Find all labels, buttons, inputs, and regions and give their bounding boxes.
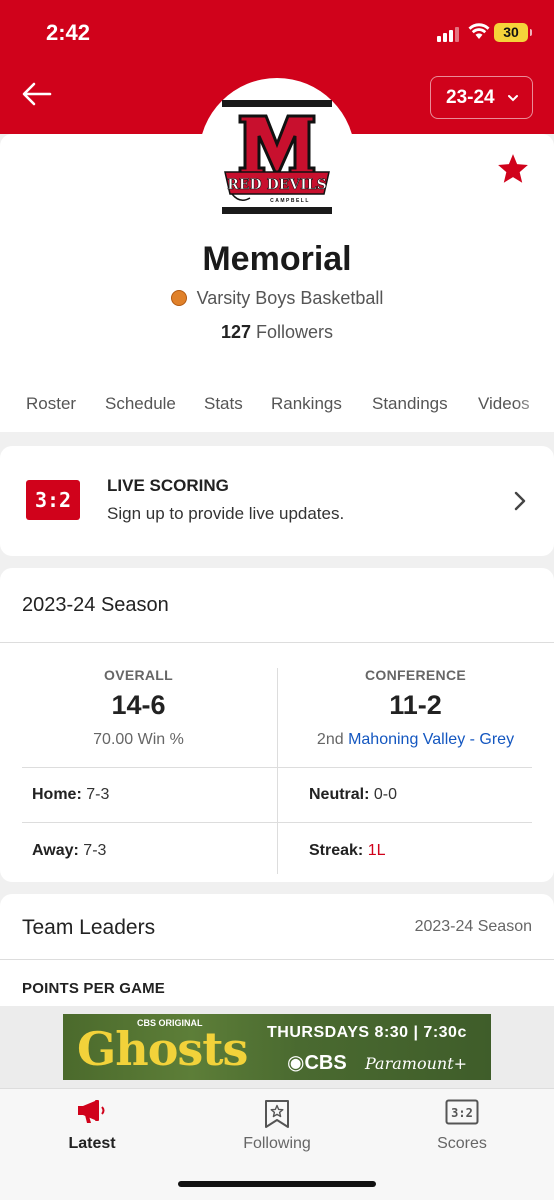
divider xyxy=(22,767,532,768)
tab-stats[interactable]: Stats xyxy=(204,394,243,414)
scoreboard-icon: 3:2 xyxy=(445,1099,479,1125)
conference-label: CONFERENCE xyxy=(364,667,466,683)
logo-subtext: CAMPBELL xyxy=(270,198,310,204)
tab-schedule[interactable]: Schedule xyxy=(105,394,176,414)
neutral-label: Neutral: xyxy=(309,786,370,803)
ad-streaming: Paramount+ xyxy=(365,1054,468,1073)
points-per-game-heading: POINTS PER GAME xyxy=(22,980,166,997)
tab-standings[interactable]: Standings xyxy=(372,394,448,414)
megaphone-icon xyxy=(78,1100,105,1123)
season-title: 2023-24 Season xyxy=(22,594,169,616)
tab-roster[interactable]: Roster xyxy=(26,394,76,414)
nav-scores-label: Scores xyxy=(437,1135,487,1152)
win-percentage: 70.00 Win % xyxy=(93,731,184,748)
nav-following[interactable]: Following xyxy=(185,1089,369,1169)
cellular-signal-icon xyxy=(437,26,461,42)
away-label: Away: xyxy=(32,842,79,859)
team-leaders-title: Team Leaders xyxy=(22,916,156,939)
away-value: 7-3 xyxy=(83,842,107,859)
bookmark-star-icon xyxy=(265,1100,289,1128)
overall-record: 14-6 xyxy=(111,690,166,720)
conference-place: 2nd xyxy=(316,731,344,748)
team-leaders-card: Team Leaders 2023-24 Season POINTS PER G… xyxy=(0,894,554,1024)
nav-latest[interactable]: Latest xyxy=(0,1089,184,1169)
status-time: 2:42 xyxy=(46,20,91,45)
conference-record: 11-2 xyxy=(389,690,442,720)
divider xyxy=(277,668,278,874)
nav-scores[interactable]: 3:2 Scores xyxy=(370,1089,554,1169)
team-tabs: Roster Schedule Stats Rankings Standings… xyxy=(0,394,554,424)
divider xyxy=(0,959,554,960)
streak-record: Streak: 1L xyxy=(309,842,386,860)
followers-label: Followers xyxy=(256,322,334,342)
wifi-icon xyxy=(468,23,490,39)
chevron-down-icon xyxy=(508,95,518,102)
season-selector-label: 23-24 xyxy=(446,87,495,108)
streak-label: Streak: xyxy=(309,842,364,859)
neutral-record: Neutral: 0-0 xyxy=(309,786,397,804)
ad-banner-area: CBS ORIGINAL Ghosts THURSDAYS 8:30 | 7:3… xyxy=(0,1006,554,1088)
conference-link[interactable]: Mahoning Valley - Grey xyxy=(348,731,514,748)
sport-text: Varsity Boys Basketball xyxy=(196,288,384,308)
streak-value: 1L xyxy=(367,842,386,859)
back-arrow-icon[interactable] xyxy=(20,78,54,110)
home-record: Home: 7-3 xyxy=(32,786,109,804)
favorite-star-icon[interactable] xyxy=(496,152,530,186)
followers-number: 127 xyxy=(220,322,251,342)
tab-rankings[interactable]: Rankings xyxy=(271,394,342,414)
team-name: Memorial xyxy=(202,240,352,278)
ad-network: ◉CBS xyxy=(287,1052,347,1074)
battery-icon: 30 xyxy=(494,23,532,42)
home-indicator xyxy=(178,1181,376,1187)
nav-latest-label: Latest xyxy=(68,1135,116,1152)
status-bar: 2:42 30 xyxy=(0,0,554,66)
basketball-icon xyxy=(170,290,187,306)
neutral-value: 0-0 xyxy=(373,786,398,803)
season-selector[interactable]: 23-24 xyxy=(430,76,533,119)
scoreboard-badge-icon: 3:2 xyxy=(26,480,80,520)
home-label: Home: xyxy=(32,786,82,803)
home-value: 7-3 xyxy=(86,786,110,803)
followers-count: 127 Followers xyxy=(0,322,554,343)
live-scoring-title: LIVE SCORING xyxy=(107,476,229,495)
conference-standing: 2nd Mahoning Valley - Grey xyxy=(277,731,554,749)
team-logo: RED DEVILS CAMPBELL xyxy=(222,100,332,214)
svg-text:3:2: 3:2 xyxy=(451,1106,473,1120)
live-scoring-subtitle: Sign up to provide live updates. xyxy=(107,504,345,523)
live-scoring-card[interactable]: 3:2 LIVE SCORING Sign up to provide live… xyxy=(0,446,554,556)
divider xyxy=(22,822,532,823)
ad-show-title: Ghosts xyxy=(77,1022,248,1076)
chevron-right-icon xyxy=(514,491,526,511)
nav-following-label: Following xyxy=(243,1135,311,1152)
divider xyxy=(0,642,554,643)
ad-schedule: THURSDAYS 8:30 | 7:30c xyxy=(267,1024,467,1041)
season-record-card: 2023-24 Season OVERALL 14-6 70.00 Win % … xyxy=(0,568,554,882)
advertisement-banner[interactable]: CBS ORIGINAL Ghosts THURSDAYS 8:30 | 7:3… xyxy=(63,1014,491,1080)
sport-label: Varsity Boys Basketball xyxy=(0,288,554,309)
logo-team-text: RED DEVILS xyxy=(227,177,327,193)
overall-label: OVERALL xyxy=(104,667,173,683)
away-record: Away: 7-3 xyxy=(32,842,106,860)
team-leaders-season: 2023-24 Season xyxy=(414,918,532,935)
tabs-fade xyxy=(514,394,554,424)
